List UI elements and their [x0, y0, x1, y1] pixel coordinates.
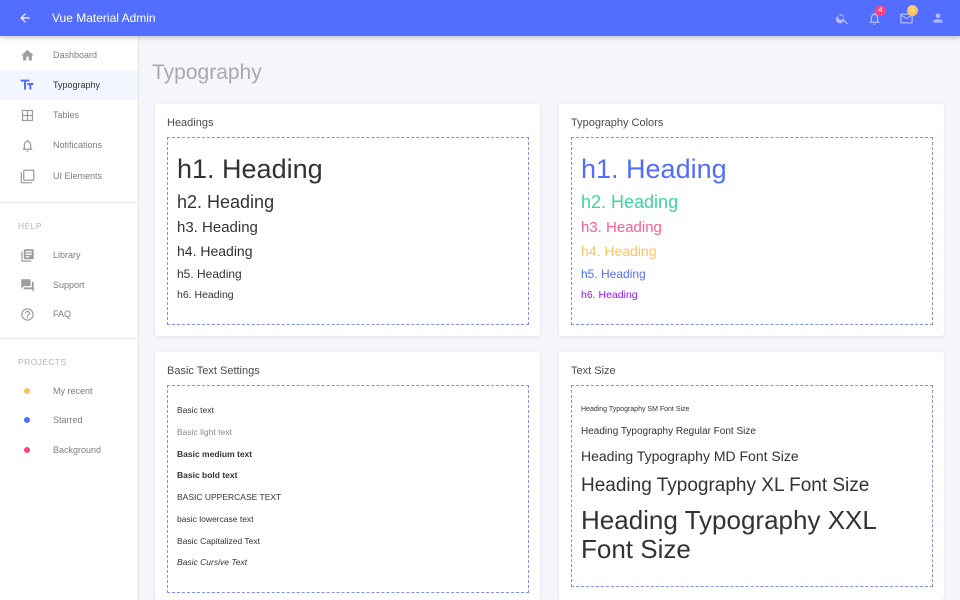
card-title: Typography Colors [571, 117, 664, 129]
messages-button[interactable]: 3 [890, 0, 922, 36]
sidebar-item-notifications[interactable]: Notifications [0, 130, 138, 160]
typography-colors-card: Typography Colors h1. Heading h2. Headin… [559, 104, 944, 336]
text-size-card-body: Heading Typography SM Font Size Heading … [571, 385, 933, 587]
notifications-badge: 4 [875, 5, 886, 16]
layers-icon [18, 167, 36, 185]
sidebar-item-library[interactable]: Library [0, 240, 138, 270]
messages-badge: 3 [907, 5, 918, 16]
sidebar-item-label: Library [53, 250, 81, 260]
account-icon [933, 13, 943, 23]
sidebar-item-label: My recent [53, 386, 93, 396]
top-app-bar: Vue Material Admin 4 3 [0, 0, 960, 36]
sidebar-section-help: HELP [18, 221, 42, 231]
bell-icon [18, 136, 36, 154]
basic-text: Basic text [177, 405, 214, 415]
basic-bold-text: Basic bold text [177, 470, 238, 480]
basic-text-card-body: Basic text Basic light text Basic medium… [167, 385, 529, 593]
sidebar-item-faq[interactable]: FAQ [0, 299, 138, 329]
sidebar-section-projects: PROJECTS [18, 357, 67, 367]
sidebar-item-label: Typography [53, 80, 101, 90]
dot-icon [18, 411, 36, 429]
heading-h6: h6. Heading [177, 289, 234, 301]
headings-card: Headings h1. Heading h2. Heading h3. Hea… [155, 104, 540, 336]
text-size-sm: Heading Typography SM Font Size [581, 406, 690, 413]
search-icon [835, 13, 848, 24]
basic-capitalized-text: Basic Capitalized Text [177, 536, 260, 546]
text-size-card: Text Size Heading Typography SM Font Siz… [559, 352, 944, 600]
sidebar-divider [0, 202, 138, 203]
heading-h3: h3. Heading [177, 219, 258, 236]
card-title: Text Size [571, 365, 616, 377]
card-title: Basic Text Settings [167, 365, 260, 377]
sidebar-item-ui-elements[interactable]: UI Elements [0, 161, 138, 191]
library-icon [18, 246, 36, 264]
sidebar: Dashboard Typography Tables Notification… [0, 36, 139, 600]
text-size-regular: Heading Typography Regular Font Size [581, 426, 756, 437]
basic-cursive-text: Basic Cursive Text [177, 557, 248, 567]
notifications-button[interactable]: 4 [858, 0, 890, 36]
sidebar-item-tables[interactable]: Tables [0, 100, 138, 130]
arrow-left-icon [20, 13, 30, 23]
colored-heading-h4: h4. Heading [581, 243, 657, 259]
basic-lowercase-text: basic lowercase text [177, 514, 254, 524]
heading-h2: h2. Heading [177, 192, 275, 212]
sidebar-item-starred[interactable]: Starred [0, 405, 138, 435]
heading-h5: h5. Heading [177, 267, 242, 281]
app-title: Vue Material Admin [52, 11, 156, 25]
typography-icon [18, 76, 36, 94]
help-circle-icon [18, 305, 36, 323]
sidebar-item-support[interactable]: Support [0, 270, 138, 300]
card-title: Headings [167, 117, 214, 129]
sidebar-item-label: UI Elements [53, 171, 103, 181]
text-size-xl: Heading Typography XL Font Size [581, 475, 870, 496]
typography-colors-card-body: h1. Heading h2. Heading h3. Heading h4. … [571, 137, 933, 325]
basic-uppercase-text: BASIC UPPERCASE TEXT [177, 492, 282, 502]
page-title: Typography [152, 61, 262, 84]
basic-text-settings-card: Basic Text Settings Basic text Basic lig… [155, 352, 540, 600]
dot-icon [18, 441, 36, 459]
heading-h4: h4. Heading [177, 243, 253, 259]
sidebar-divider [0, 338, 138, 339]
colored-heading-h2: h2. Heading [581, 192, 679, 212]
basic-medium-text: Basic medium text [177, 449, 253, 459]
forum-icon [18, 276, 36, 294]
home-icon [18, 46, 36, 64]
sidebar-item-label: Starred [53, 415, 83, 425]
text-size-md: Heading Typography MD Font Size [581, 448, 799, 464]
sidebar-item-background[interactable]: Background [0, 435, 138, 465]
text-size-xxl: Heading Typography XXL Font Size [581, 506, 877, 564]
sidebar-item-typography[interactable]: Typography [0, 70, 138, 100]
search-button[interactable] [826, 0, 858, 36]
sidebar-item-label: Support [53, 280, 85, 290]
colored-heading-h1: h1. Heading [581, 154, 727, 184]
table-icon [18, 106, 36, 124]
sidebar-item-label: Dashboard [53, 50, 98, 60]
heading-h1: h1. Heading [177, 154, 323, 184]
sidebar-item-my-recent[interactable]: My recent [0, 376, 138, 406]
colored-heading-h6: h6. Heading [581, 289, 638, 301]
basic-light-text: Basic light text [177, 427, 232, 437]
colored-heading-h3: h3. Heading [581, 219, 662, 236]
sidebar-item-dashboard[interactable]: Dashboard [0, 40, 138, 70]
sidebar-item-label: Notifications [53, 140, 103, 150]
text-size-xxl-line-2: Font Size [581, 534, 691, 564]
profile-button[interactable] [922, 0, 954, 36]
sidebar-item-label: Tables [53, 110, 80, 120]
sidebar-item-label: Background [53, 445, 102, 455]
text-size-xxl-line-1: Heading Typography XXL [581, 505, 877, 535]
back-arrow-button[interactable] [10, 0, 40, 36]
colored-heading-h5: h5. Heading [581, 267, 646, 281]
headings-card-body: h1. Heading h2. Heading h3. Heading h4. … [167, 137, 529, 325]
sidebar-item-label: FAQ [53, 309, 72, 319]
dot-icon [18, 382, 36, 400]
